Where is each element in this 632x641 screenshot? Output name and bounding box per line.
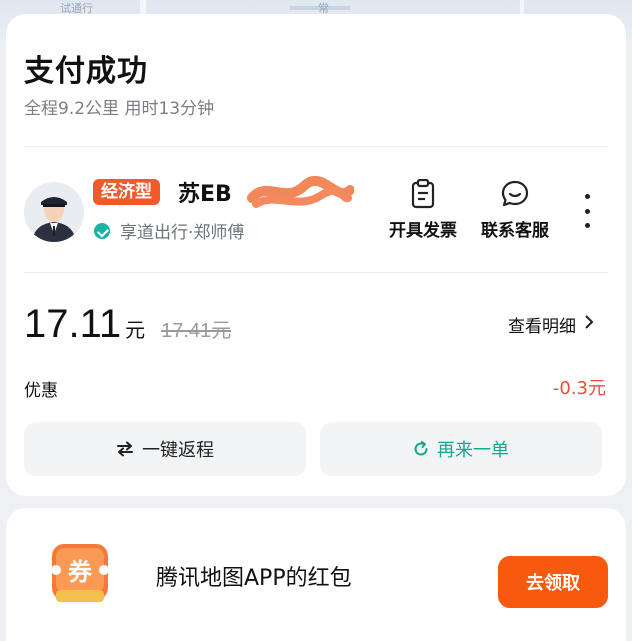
divider	[24, 272, 608, 273]
claim-coupon-button[interactable]: 去领取	[498, 556, 608, 608]
view-details-label: 查看明细	[508, 317, 576, 337]
car-type-badge: 经济型	[93, 179, 160, 205]
discount-value: -0.3元	[552, 378, 606, 399]
fare-unit: 元	[125, 318, 146, 342]
view-details-link[interactable]: 查看明细	[508, 312, 594, 337]
driver-avatar	[24, 182, 84, 242]
coupon-icon: 券	[50, 540, 110, 606]
driver-company: 享道出行·郑师傅	[94, 218, 244, 243]
license-plate: 苏EB	[178, 182, 232, 207]
more-options-icon[interactable]	[580, 194, 594, 228]
invoice-button[interactable]: 开具发票	[378, 178, 468, 241]
chat-bubble-icon	[470, 178, 560, 210]
plate-redaction-scribble	[247, 175, 354, 208]
original-fare-unit: 元	[211, 318, 232, 342]
customer-service-button[interactable]: 联系客服	[470, 178, 560, 241]
return-trip-button[interactable]: 一键返程	[24, 422, 306, 476]
invoice-label: 开具发票	[389, 221, 457, 241]
original-fare-amount: 17.41	[161, 320, 212, 342]
reorder-button[interactable]: 再来一单	[320, 422, 602, 476]
return-trip-label: 一键返程	[142, 440, 214, 461]
customer-service-label: 联系客服	[481, 221, 549, 241]
trip-summary: 全程9.2公里 用时13分钟	[24, 99, 215, 119]
coupon-card: 券 腾讯地图APP的红包 去领取	[6, 508, 626, 641]
fare-amount: 17.11	[24, 302, 122, 346]
discount-label: 优惠	[24, 381, 58, 401]
page-title: 支付成功	[24, 54, 148, 89]
coupon-text: 腾讯地图APP的红包	[156, 566, 352, 591]
refresh-icon	[413, 441, 429, 457]
coupon-icon-text: 券	[68, 558, 93, 586]
company-name: 享道出行·郑师傅	[120, 223, 245, 243]
swap-arrows-icon	[116, 441, 134, 457]
reorder-label: 再来一单	[437, 440, 509, 461]
divider	[24, 146, 608, 147]
fare-price: 17.11 元 17.41 元	[24, 302, 231, 347]
invoice-icon	[378, 178, 468, 210]
company-logo-icon	[94, 222, 110, 239]
payment-card: 支付成功 全程9.2公里 用时13分钟 经济型 苏EB 享道出行·郑师傅 开具发…	[6, 14, 626, 496]
chevron-right-icon	[584, 314, 594, 335]
